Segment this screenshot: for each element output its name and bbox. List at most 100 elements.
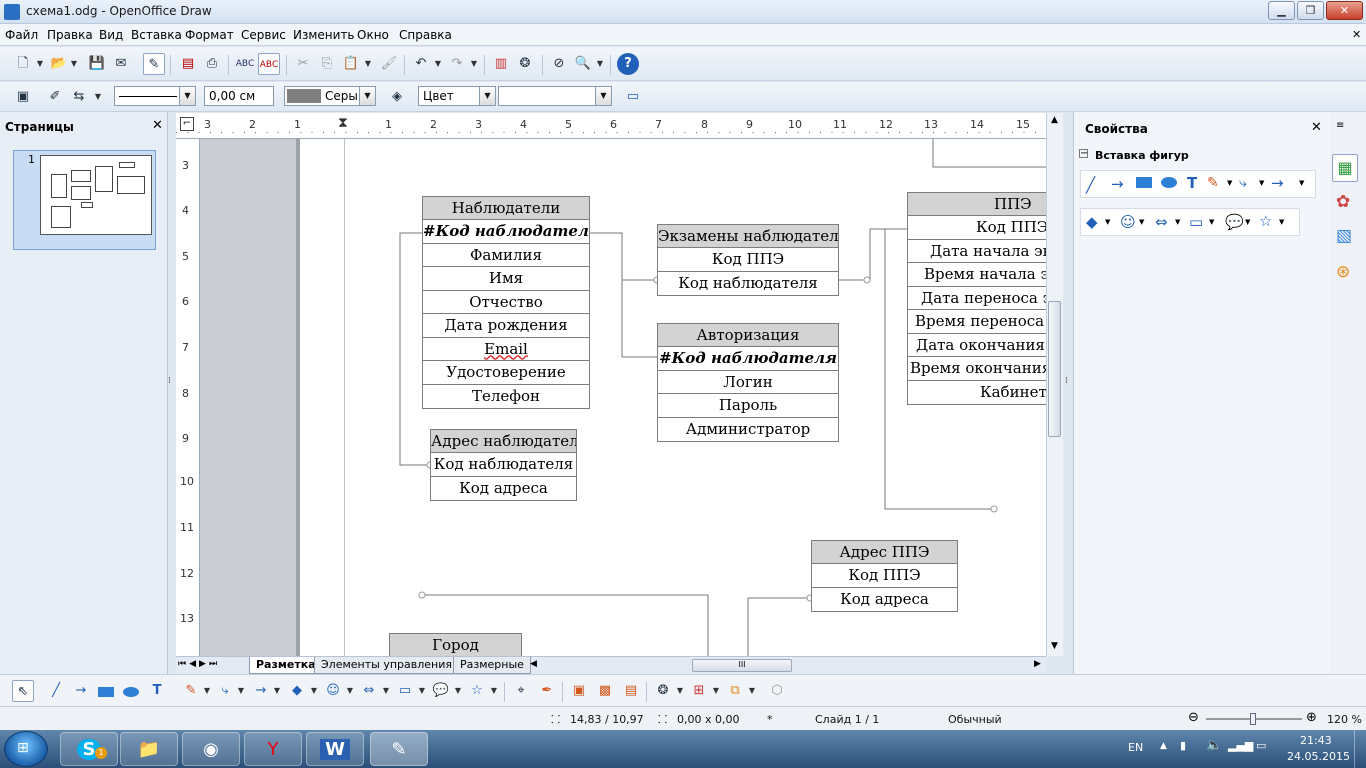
shadow-icon[interactable]: ▭ <box>622 86 644 108</box>
chevron-down-icon[interactable]: ▼ <box>490 686 498 695</box>
zoom-in-icon[interactable]: ⊕ <box>1306 710 1317 725</box>
connector-authorization[interactable] <box>590 232 657 358</box>
stars-icon[interactable]: ☆ <box>466 680 488 702</box>
network-icon[interactable]: ▂▄▆ <box>1228 739 1253 752</box>
arrow-style-icon[interactable]: ⇆ <box>68 86 90 108</box>
chevron-down-icon[interactable]: ▼ <box>1279 218 1284 226</box>
fontwork-icon[interactable]: ▣ <box>568 680 590 702</box>
clone-formatting-icon[interactable]: 🖌 <box>378 53 400 75</box>
save-icon[interactable]: 💾 <box>86 53 108 75</box>
scroll-left-icon[interactable]: ◀ <box>530 659 537 669</box>
properties-deck-icon[interactable]: ▦ <box>1332 154 1358 182</box>
line-width-field[interactable]: 0,00 см <box>204 86 274 106</box>
scroll-up-icon[interactable]: ▲ <box>1051 115 1058 125</box>
symbol-shapes-icon[interactable]: ☺ <box>322 680 344 702</box>
chevron-down-icon[interactable]: ▼ <box>382 686 390 695</box>
line-tool-icon[interactable]: ╱ <box>1086 176 1095 194</box>
select-icon[interactable]: ⇖ <box>12 680 34 702</box>
close-icon[interactable]: ✕ <box>152 118 163 133</box>
copy-icon[interactable]: ⎘ <box>316 53 338 75</box>
tab-layout[interactable]: Разметка <box>249 657 323 674</box>
chevron-down-icon[interactable]: ▼ <box>676 686 684 695</box>
chevron-down-icon[interactable]: ▼ <box>479 87 495 105</box>
connector-endpoint[interactable] <box>990 505 998 513</box>
curve-tool-icon[interactable]: ✎ <box>1207 175 1219 191</box>
chevron-down-icon[interactable]: ▼ <box>346 686 354 695</box>
chevron-down-icon[interactable]: ▼ <box>1139 218 1144 226</box>
chevron-down-icon[interactable]: ▼ <box>1175 218 1180 226</box>
taskbar-explorer[interactable]: 📁 <box>120 732 178 766</box>
chevron-down-icon[interactable]: ▼ <box>434 59 442 68</box>
menu-format[interactable]: Формат <box>185 28 234 42</box>
from-file-icon[interactable]: ▩ <box>594 680 616 702</box>
new-icon[interactable]: 🗋 <box>12 53 34 75</box>
horizontal-scroll-thumb[interactable]: III <box>692 659 792 672</box>
table-ppe-address[interactable]: Адрес ППЭ Код ППЭ Код адреса <box>811 540 958 612</box>
cut-icon[interactable]: ✂ <box>292 53 314 75</box>
chart-icon[interactable]: ▥ <box>490 53 512 75</box>
print-icon[interactable]: ⎙ <box>201 53 223 75</box>
minimize-button[interactable]: ▁ <box>1268 1 1295 20</box>
styles-deck-icon[interactable]: ✿ <box>1336 192 1350 212</box>
area-style-select[interactable]: Цвет ▼ <box>418 86 496 106</box>
splitter-handle[interactable]: ⁞ <box>168 376 171 386</box>
scroll-thumb[interactable] <box>1048 301 1061 437</box>
connector-endpoint[interactable] <box>418 591 426 599</box>
page-thumbnail[interactable]: 1 <box>13 150 156 250</box>
flowchart-icon[interactable]: ▭ <box>1189 213 1203 231</box>
navigator-deck-icon[interactable]: ⊛ <box>1336 262 1350 282</box>
menu-tools[interactable]: Сервис <box>241 28 286 42</box>
chevron-down-icon[interactable]: ▼ <box>470 59 478 68</box>
tab-navigation-icon[interactable]: ⏮◀▶⏭ <box>178 659 220 669</box>
export-pdf-icon[interactable]: ▤ <box>177 53 199 75</box>
scroll-right-icon[interactable]: ▶ <box>1034 659 1041 669</box>
glue-points-icon[interactable]: ✒ <box>536 680 558 702</box>
connector-tool-icon[interactable]: ⤷ <box>214 680 236 702</box>
sidebar-menu-icon[interactable]: ≡ <box>1336 120 1344 131</box>
gallery-icon[interactable]: ▤ <box>620 680 642 702</box>
block-arrows-icon[interactable]: ⇔ <box>358 680 380 702</box>
open-icon[interactable]: 📂 <box>48 53 70 75</box>
usb-icon[interactable]: ▮ <box>1180 739 1186 752</box>
tab-dimension-lines[interactable]: Размерные <box>453 657 531 674</box>
menu-modify[interactable]: Изменить <box>293 28 355 42</box>
chevron-down-icon[interactable]: ▼ <box>1227 179 1232 187</box>
taskbar-browser[interactable]: ◉ <box>182 732 240 766</box>
menu-file[interactable]: Файл <box>5 28 38 42</box>
lines-arrows-icon[interactable]: → <box>250 680 272 702</box>
chevron-down-icon[interactable]: ▼ <box>748 686 756 695</box>
points-icon[interactable]: ⌖ <box>510 680 532 702</box>
connector-tool-icon[interactable]: ⤷ <box>1239 175 1247 191</box>
close-button[interactable]: ✕ <box>1326 1 1363 20</box>
connector-top-right[interactable] <box>932 139 1046 168</box>
line-color-select[interactable]: Серый ▼ <box>284 86 376 106</box>
chevron-down-icon[interactable]: ▼ <box>712 686 720 695</box>
3d-objects-icon[interactable]: ⬡ <box>766 680 788 702</box>
text-tool-icon[interactable]: T <box>146 680 168 702</box>
menu-insert[interactable]: Вставка <box>131 28 182 42</box>
table-city[interactable]: Город <box>389 633 522 656</box>
chevron-down-icon[interactable]: ▼ <box>454 686 462 695</box>
drawing-canvas[interactable]: Наблюдатели #Код наблюдателя Фамилия Имя… <box>300 139 1046 656</box>
connector-exams-ppe[interactable] <box>839 228 907 281</box>
clock-time[interactable]: 21:43 <box>1300 734 1332 747</box>
table-observers[interactable]: Наблюдатели #Код наблюдателя Фамилия Имя… <box>422 196 590 409</box>
rectangle-tool-icon[interactable] <box>98 687 114 697</box>
line-tool-icon[interactable]: ╱ <box>45 680 67 702</box>
chevron-down-icon[interactable]: ▼ <box>36 59 44 68</box>
spellcheck-icon[interactable]: ABC <box>234 53 256 75</box>
taskbar-openoffice[interactable]: ✎ <box>370 732 428 766</box>
connector-ppe-address-bottom[interactable] <box>747 597 810 656</box>
chevron-down-icon[interactable]: ▼ <box>1299 179 1304 187</box>
chevron-down-icon[interactable]: ▼ <box>596 59 604 68</box>
chevron-down-icon[interactable]: ▼ <box>359 87 375 105</box>
indent-marker-icon[interactable]: ⧗ <box>338 115 348 131</box>
gallery-deck-icon[interactable]: ▧ <box>1336 226 1352 246</box>
edit-file-icon[interactable]: ✎ <box>143 53 165 75</box>
chevron-down-icon[interactable]: ▼ <box>237 686 245 695</box>
navigator-icon[interactable]: ⊘ <box>548 53 570 75</box>
chevron-down-icon[interactable]: ▼ <box>595 87 611 105</box>
ellipse-tool-icon[interactable] <box>123 687 139 697</box>
taskbar-yandex[interactable]: Y <box>244 732 302 766</box>
chevron-down-icon[interactable]: ▼ <box>1259 179 1264 187</box>
